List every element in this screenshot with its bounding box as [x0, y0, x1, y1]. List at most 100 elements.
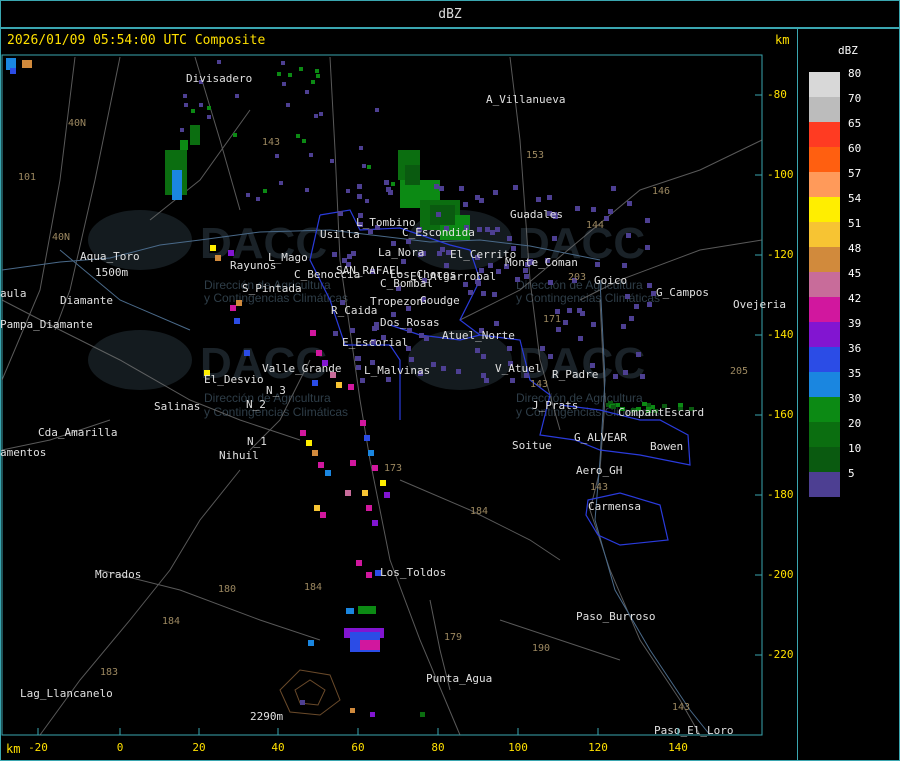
echo-cell	[475, 195, 480, 200]
echo-cell	[184, 103, 188, 107]
echo-cell	[513, 185, 518, 190]
echo-cell	[210, 245, 216, 251]
place-label: Morados	[95, 568, 141, 581]
place-label: G_ALVEAR	[574, 431, 627, 444]
echo-cell	[468, 290, 473, 295]
echo-cell	[314, 114, 318, 118]
echo-cell	[279, 181, 283, 185]
place-label: El_Desvio	[204, 373, 264, 386]
route-number: 184	[470, 506, 488, 517]
echo-cell	[563, 320, 568, 325]
terrain-contour	[279, 669, 341, 716]
place-label: Ovejeria	[733, 298, 786, 311]
place-label: L_Malvinas	[364, 364, 430, 377]
place-label: S_Pintada	[242, 282, 302, 295]
place-label: A_Villanueva	[486, 93, 565, 106]
echo-cell	[230, 305, 236, 311]
echo-cell	[356, 365, 361, 370]
echo-cell	[350, 708, 355, 713]
echo-cell	[611, 186, 616, 191]
legend-swatch	[809, 422, 840, 447]
echo-cell	[365, 199, 369, 203]
echo-cell	[481, 291, 486, 296]
y-tick-label: -160	[767, 408, 794, 421]
place-label: Atuel_Norte	[442, 329, 515, 342]
echo-cell	[22, 60, 32, 68]
place-label: amentos	[0, 446, 46, 459]
echo-cell	[320, 512, 326, 518]
legend-value: 51	[848, 217, 862, 230]
echo-cell	[475, 348, 480, 353]
legend-swatch	[809, 347, 840, 372]
echo-cell	[318, 462, 324, 468]
echo-cell	[286, 103, 290, 107]
echo-cell	[548, 280, 553, 285]
place-label: Pampa_Diamante	[0, 318, 93, 331]
echo-cell	[312, 380, 318, 386]
echo-cell	[330, 159, 334, 163]
echo-cell	[577, 308, 582, 313]
place-label: Punta_Agua	[426, 672, 492, 685]
route-number: 183	[100, 667, 118, 678]
place-label: Bowen	[650, 440, 683, 453]
echo-cell	[627, 201, 632, 206]
echo-cell	[312, 450, 318, 456]
legend-swatch	[809, 72, 840, 97]
legend-swatch	[809, 397, 840, 422]
place-label: 1500m	[95, 266, 128, 279]
legend-swatch	[809, 272, 840, 297]
radar-map[interactable]: DACC DACC DACC DACC Dirección de Agricul…	[0, 0, 900, 761]
legend-swatch	[809, 247, 840, 272]
echo-cell	[360, 378, 365, 383]
legend-swatch	[809, 322, 840, 347]
echo-cell	[275, 154, 279, 158]
echo-cell	[348, 384, 354, 390]
place-label: Valle_Grande	[262, 362, 341, 375]
place-label: R_Padre	[552, 368, 598, 381]
route-number: 101	[18, 172, 36, 183]
route-number: 180	[218, 584, 236, 595]
echo-cell	[359, 146, 363, 150]
legend-value: 10	[848, 442, 862, 455]
echo-cell	[494, 321, 499, 326]
echo-cell	[540, 346, 545, 351]
echo-cell	[282, 82, 286, 86]
echo-cell	[640, 374, 645, 379]
echo-cell	[647, 302, 652, 307]
route-number: 184	[162, 616, 180, 627]
route-number: 153	[526, 150, 544, 161]
legend-swatch	[809, 297, 840, 322]
echo-cell	[556, 327, 561, 332]
echo-cell	[360, 420, 366, 426]
echo-cell	[384, 180, 389, 185]
y-tick-label: -120	[767, 248, 794, 261]
echo-cell	[336, 382, 342, 388]
echo-cell	[375, 108, 379, 112]
echo-cell	[355, 356, 360, 361]
echo-cell	[368, 229, 373, 234]
echo-cell	[524, 274, 529, 279]
legend-value: 65	[848, 117, 862, 130]
y-tick-label: -80	[767, 88, 787, 101]
legend-swatch	[809, 97, 840, 122]
place-label: Lag_Llancanelo	[20, 687, 113, 700]
echo-cell	[325, 470, 331, 476]
echo-cell	[507, 346, 512, 351]
svg-text:y Contingencias Climáticas: y Contingencias Climáticas	[516, 291, 660, 305]
legend-swatch	[809, 172, 840, 197]
echo-cell	[281, 61, 285, 65]
echo-cell	[367, 165, 371, 169]
place-label: Divisadero	[186, 72, 252, 85]
echo-cell	[10, 68, 16, 74]
legend-value: 39	[848, 317, 862, 330]
echo-cell	[347, 254, 352, 259]
legend-swatch	[809, 122, 840, 147]
route-number: 179	[444, 632, 462, 643]
legend-title: dBZ	[838, 44, 858, 57]
place-label: Guadales	[510, 208, 563, 221]
echo-cell	[308, 640, 314, 646]
legend-value: 45	[848, 267, 862, 280]
echo-cell	[236, 300, 242, 306]
route-number: 203	[568, 272, 586, 283]
echo-cell	[217, 60, 221, 64]
